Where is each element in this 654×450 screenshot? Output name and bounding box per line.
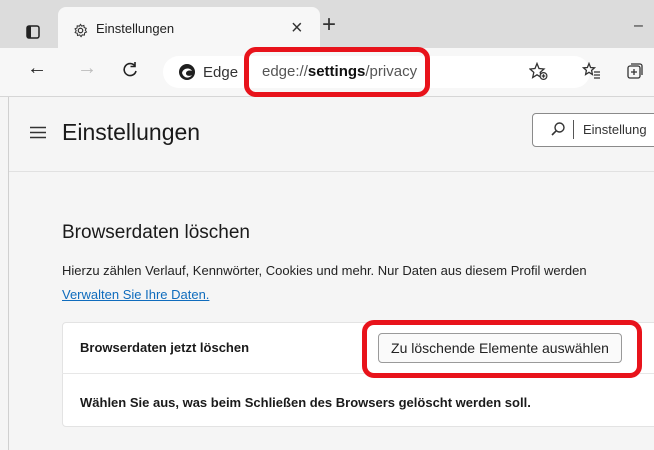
- tab-title: Einstellungen: [96, 21, 175, 36]
- manage-data-link[interactable]: Verwalten Sie Ihre Daten.: [62, 287, 209, 302]
- clear-on-close-label[interactable]: Wählen Sie aus, was beim Schließen des B…: [80, 395, 531, 410]
- back-icon[interactable]: ←: [27, 57, 47, 80]
- clear-now-label: Browserdaten jetzt löschen: [80, 340, 250, 355]
- tab-close-icon[interactable]: ×: [291, 17, 303, 40]
- tab-actions-icon[interactable]: [26, 25, 40, 39]
- search-divider: [573, 120, 574, 139]
- header-divider: [9, 171, 654, 172]
- page-title: Einstellungen: [62, 119, 201, 145]
- new-tab-icon[interactable]: +: [322, 11, 336, 39]
- reload-icon[interactable]: [122, 61, 138, 78]
- edge-label: Edge: [203, 64, 239, 81]
- minimize-icon[interactable]: –: [634, 17, 643, 35]
- favorites-icon[interactable]: [582, 62, 601, 80]
- button-highlight-frame: [362, 320, 642, 378]
- search-icon: [551, 122, 565, 136]
- add-favorite-icon[interactable]: [529, 62, 549, 81]
- menu-icon[interactable]: [30, 126, 46, 139]
- gear-icon: [73, 23, 88, 38]
- search-placeholder: Einstellung: [583, 122, 647, 137]
- forward-icon[interactable]: →: [77, 57, 97, 80]
- section-description: Hierzu zählen Verlauf, Kennwörter, Cooki…: [62, 263, 587, 278]
- edge-logo-icon: [178, 63, 196, 81]
- section-title: Browserdaten löschen: [62, 222, 250, 243]
- page-border: [8, 97, 9, 450]
- collections-icon[interactable]: [626, 62, 644, 80]
- url-highlight-frame: [244, 47, 430, 97]
